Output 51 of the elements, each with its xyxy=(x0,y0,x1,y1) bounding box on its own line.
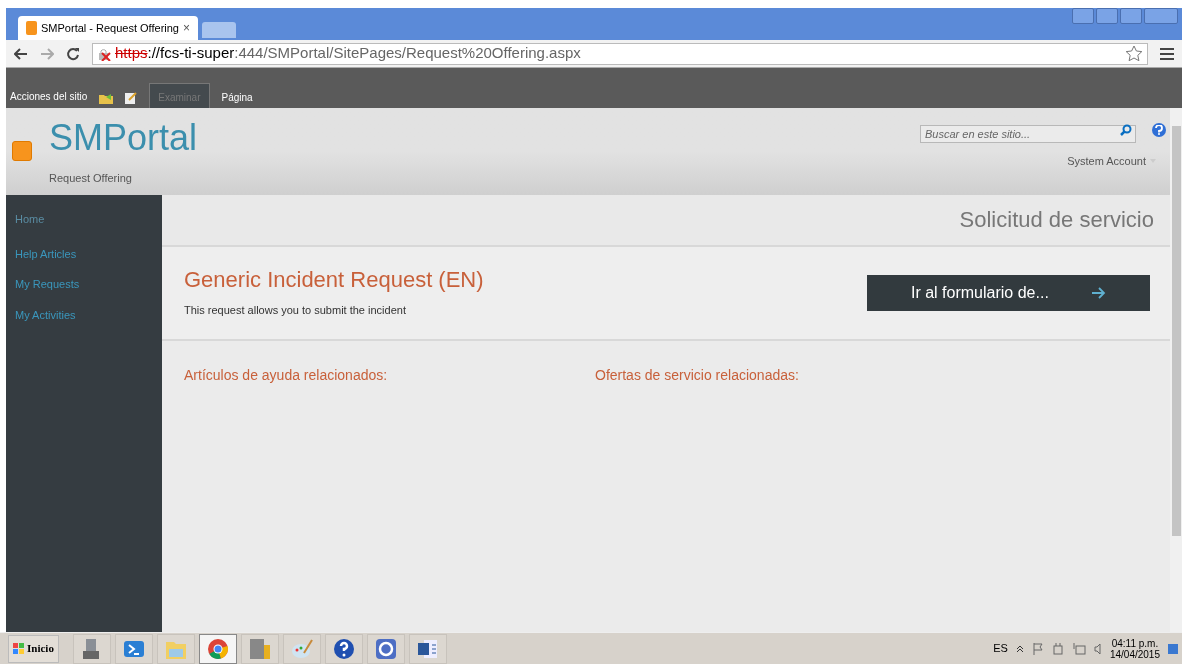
offering-description: This request allows you to submit the incident xyxy=(184,303,407,318)
taskbar-app-button[interactable] xyxy=(198,633,237,664)
tools-icon xyxy=(247,636,272,661)
offering-title: Generic Incident Request (EN) xyxy=(184,266,484,294)
forward-icon[interactable] xyxy=(40,47,54,60)
arrow-right-icon xyxy=(1092,287,1106,299)
menu-icon[interactable] xyxy=(1160,47,1174,60)
taskbar-app-button[interactable] xyxy=(114,633,153,664)
taskbar-app-button[interactable] xyxy=(324,633,363,664)
network-icon[interactable] xyxy=(1071,642,1086,655)
bookmark-star-icon[interactable] xyxy=(1125,44,1143,63)
language-indicator[interactable]: ES xyxy=(993,640,1008,657)
windows-logo-icon xyxy=(13,642,25,655)
help-icon xyxy=(331,636,356,661)
show-desktop-button[interactable] xyxy=(1168,643,1178,654)
breadcrumb-text: Request Offering xyxy=(49,171,133,186)
site-logo-icon xyxy=(26,21,37,35)
browser-tab[interactable]: SMPortal - Request Offering × xyxy=(18,16,198,40)
taskbar-app-button[interactable] xyxy=(72,633,111,664)
url-text: https://fcs-ti-super:444/SMPortal/SitePages/Request%20Offering.aspx xyxy=(115,43,581,64)
speaker-icon[interactable] xyxy=(1093,642,1102,655)
browser-icon xyxy=(205,636,230,661)
reload-icon[interactable] xyxy=(66,46,80,61)
start-button[interactable]: Inicio xyxy=(8,634,59,663)
flag-icon[interactable] xyxy=(1031,642,1044,655)
site-logo-icon xyxy=(12,141,32,161)
taskbar-app-button[interactable] xyxy=(408,633,447,664)
insecure-lock-icon xyxy=(97,46,111,61)
tab-title: SMPortal - Request Offering xyxy=(41,20,179,36)
taskbar-app-button[interactable] xyxy=(366,633,405,664)
close-tab-button[interactable]: × xyxy=(183,19,190,37)
clock[interactable]: 04:11 p.m. 14/04/2015 xyxy=(1109,637,1160,660)
address-bar[interactable]: https://fcs-ti-super:444/SMPortal/SitePages/Request%20Offering.aspx xyxy=(92,42,1148,65)
sidebar-link[interactable]: My Activities xyxy=(15,306,76,323)
back-icon[interactable] xyxy=(14,47,28,60)
search-field[interactable]: Buscar en este sitio... xyxy=(920,125,1136,143)
scrollbar-thumb[interactable] xyxy=(1171,126,1181,536)
user-menu[interactable]: System Account xyxy=(1067,153,1146,170)
site-actions-menu[interactable]: Acciones del sitio xyxy=(10,89,88,108)
ribbon-tab[interactable]: Página xyxy=(213,84,261,108)
power-plug-icon[interactable] xyxy=(1051,642,1064,655)
chevron-up-icon[interactable] xyxy=(1015,644,1024,653)
edit-page-icon[interactable] xyxy=(125,92,138,104)
folder-icon[interactable] xyxy=(99,92,114,104)
go-to-form-button[interactable]: Ir al formulario de... xyxy=(867,275,1150,311)
search-icon[interactable] xyxy=(1120,124,1132,136)
sidebar-link[interactable]: My Requests xyxy=(15,276,80,293)
help-icon[interactable] xyxy=(1152,123,1166,137)
page-title: Solicitud de servicio xyxy=(959,206,1154,234)
related-offerings-heading: Ofertas de servicio relacionadas: xyxy=(595,366,799,385)
related-articles-heading: Artículos de ayuda relacionados: xyxy=(184,366,389,385)
